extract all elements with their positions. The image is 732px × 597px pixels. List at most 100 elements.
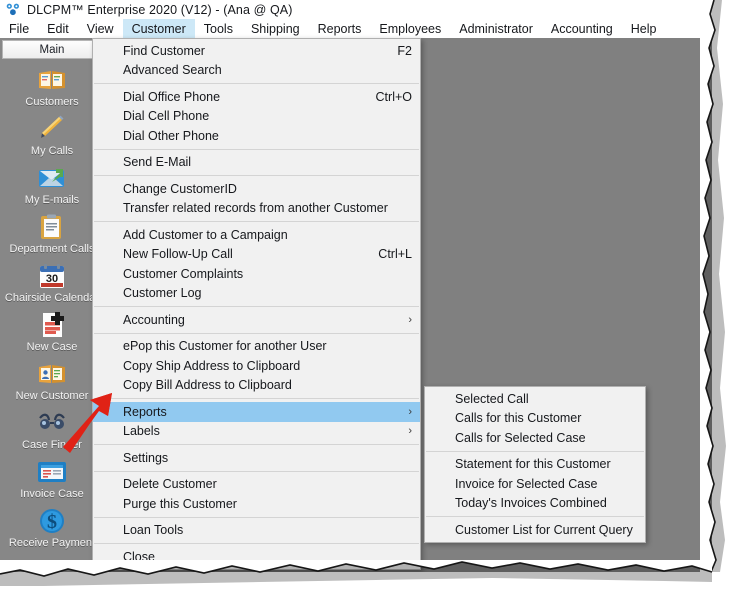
menu-separator xyxy=(94,516,419,518)
menu-item-send-e-mail[interactable]: Send E-Mail xyxy=(93,153,420,173)
sidebar-item-label: My Calls xyxy=(30,145,74,157)
menu-item-statement-for-this-customer[interactable]: Statement for this Customer xyxy=(425,455,645,475)
menu-item-labels[interactable]: Labels › xyxy=(93,422,420,442)
open-book-icon xyxy=(39,71,65,89)
chevron-right-icon: › xyxy=(408,313,412,326)
sidebar-item-chairside-calendar[interactable]: 30 Chairside Calendar xyxy=(0,261,104,304)
sidebar-item-new-customer[interactable]: New Customer xyxy=(0,359,104,402)
title-bar: DLCPM™ Enterprise 2020 (V12) - (Ana @ QA… xyxy=(0,0,712,19)
sidebar-item-list: Customers My Calls My E-mails Department Ca… xyxy=(0,65,104,572)
menu-item-close[interactable]: Close xyxy=(93,547,420,567)
clipboard-icon xyxy=(35,212,69,242)
menu-item-selected-call[interactable]: Selected Call xyxy=(425,389,645,409)
menu-item-change-customerid[interactable]: Change CustomerID xyxy=(93,179,420,199)
menu-item-label: Copy Bill Address to Clipboard xyxy=(123,378,292,393)
menubar-item-customer[interactable]: Customer xyxy=(122,19,195,38)
menubar-item-employees[interactable]: Employees xyxy=(370,19,450,38)
menubar-item-label: Edit xyxy=(47,21,69,36)
invoice-window-icon xyxy=(35,457,69,487)
menubar-item-edit[interactable]: Edit xyxy=(38,19,78,38)
menu-item-new-follow-up-call[interactable]: New Follow-Up Call Ctrl+L xyxy=(93,245,420,265)
menu-item-copy-bill-address-to-clipboard[interactable]: Copy Bill Address to Clipboard xyxy=(93,376,420,396)
sidebar-item-department-calls[interactable]: Department Calls xyxy=(0,212,104,255)
menu-item-dial-other-phone[interactable]: Dial Other Phone xyxy=(93,126,420,146)
menu-item-customer-log[interactable]: Customer Log xyxy=(93,284,420,304)
menu-item-advanced-search[interactable]: Advanced Search xyxy=(93,61,420,81)
sidebar-item-label: New Customer xyxy=(15,390,89,402)
menu-item-label: Dial Office Phone xyxy=(123,89,221,104)
sidebar-item-invoice-case[interactable]: Invoice Case xyxy=(0,457,104,500)
menu-separator xyxy=(94,543,419,544)
eyeglasses-icon xyxy=(35,408,69,438)
menu-item-customer-complaints[interactable]: Customer Complaints xyxy=(93,264,420,284)
sidebar-item-label: New Case xyxy=(26,341,78,353)
menu-item-label: Change CustomerID xyxy=(123,181,237,196)
menu-item-label: Customer List for Current Query xyxy=(455,522,633,537)
menu-separator xyxy=(94,444,419,445)
menubar-item-file[interactable]: File xyxy=(0,19,38,38)
menu-item-add-customer-to-a-campaign[interactable]: Add Customer to a Campaign xyxy=(93,225,420,245)
menubar-item-label: Help xyxy=(630,21,657,36)
menu-item-calls-for-selected-case[interactable]: Calls for Selected Case xyxy=(425,428,645,448)
menu-item-label: Customer Log xyxy=(123,286,202,301)
menu-item-label: Today's Invoices Combined xyxy=(455,496,607,511)
envelope-arrow-icon xyxy=(35,163,69,193)
menu-item-invoice-for-selected-case[interactable]: Invoice for Selected Case xyxy=(425,474,645,494)
menubar-item-label: File xyxy=(9,21,30,36)
menu-item-dial-office-phone[interactable]: Dial Office Phone Ctrl+O xyxy=(93,87,420,107)
menu-item-label: Customer Complaints xyxy=(123,266,244,281)
menubar-item-administrator[interactable]: Administrator xyxy=(450,19,542,38)
sidebar-item-my-e-mails[interactable]: My E-mails xyxy=(0,163,104,206)
sidebar-item-label: Receive Payment xyxy=(8,537,96,549)
menu-item-label: ePop this Customer for another User xyxy=(123,339,327,354)
menu-item-label: Purge this Customer xyxy=(123,496,237,511)
menubar-item-view[interactable]: View xyxy=(78,19,123,38)
menu-item-reports[interactable]: Reports › xyxy=(93,402,420,422)
menu-item-dial-cell-phone[interactable]: Dial Cell Phone xyxy=(93,107,420,127)
menu-item-accounting[interactable]: Accounting › xyxy=(93,310,420,330)
menubar-item-reports[interactable]: Reports xyxy=(309,19,371,38)
menu-item-calls-for-this-customer[interactable]: Calls for this Customer xyxy=(425,409,645,429)
menubar-item-label: Shipping xyxy=(250,21,300,36)
menubar-item-label: Accounting xyxy=(550,21,613,36)
menubar-item-tools[interactable]: Tools xyxy=(195,19,242,38)
sidebar-item-customers[interactable]: Customers xyxy=(0,65,104,108)
menu-item-find-customer[interactable]: Find Customer F2 xyxy=(93,41,420,61)
menubar-item-accounting[interactable]: Accounting xyxy=(542,19,622,38)
menu-item-loan-tools[interactable]: Loan Tools xyxy=(93,521,420,541)
sidebar-item-label: Chairside Calendar xyxy=(4,292,100,304)
menu-separator xyxy=(426,516,644,517)
menu-item-customer-list-for-current-query[interactable]: Customer List for Current Query xyxy=(425,520,645,540)
menu-item-label: Send E-Mail xyxy=(123,155,192,170)
sidebar-item-new-case[interactable]: New Case xyxy=(0,310,104,353)
reports-submenu[interactable]: Selected Call Calls for this Customer Call… xyxy=(424,386,646,543)
menu-item-transfer-related-records-from-another-customer[interactable]: Transfer related records from another Cu… xyxy=(93,199,420,219)
menu-item-delete-customer[interactable]: Delete Customer xyxy=(93,475,420,495)
menu-item-label: Settings xyxy=(123,450,169,465)
menu-item-label: Invoice for Selected Case xyxy=(455,476,598,491)
menu-item-label: Labels xyxy=(123,424,160,439)
envelope-arrow-icon xyxy=(39,169,64,187)
chevron-right-icon: › xyxy=(408,405,412,418)
sidebar-item-receive-payment[interactable]: $ Receive Payment xyxy=(0,506,104,549)
menu-item-purge-this-customer[interactable]: Purge this Customer xyxy=(93,494,420,514)
menu-separator xyxy=(94,306,419,307)
menu-item-today-s-invoices-combined[interactable]: Today's Invoices Combined xyxy=(425,494,645,514)
menubar-item-label: Reports xyxy=(317,21,362,36)
customer-dropdown-menu[interactable]: Find Customer F2 Advanced Search Dial Offic… xyxy=(92,38,421,570)
new-document-plus-icon xyxy=(35,310,69,340)
menu-item-settings[interactable]: Settings xyxy=(93,448,420,468)
sidebar-item-case-finder[interactable]: Case Finder xyxy=(0,408,104,451)
menubar-item-label: View xyxy=(86,21,114,36)
menu-item-copy-ship-address-to-clipboard[interactable]: Copy Ship Address to Clipboard xyxy=(93,356,420,376)
application-window: DLCPM™ Enterprise 2020 (V12) - (Ana @ QA… xyxy=(0,0,712,572)
dollar-sign-icon: $ xyxy=(40,509,64,533)
sidebar-item-my-calls[interactable]: My Calls xyxy=(0,114,104,157)
menubar-item-help[interactable]: Help xyxy=(622,19,666,38)
menu-item-epop-this-customer-for-another-user[interactable]: ePop this Customer for another User xyxy=(93,337,420,357)
eyeglasses-icon xyxy=(39,413,65,429)
menu-item-label: Selected Call xyxy=(455,391,529,406)
address-book-icon xyxy=(39,365,65,383)
window-title: DLCPM™ Enterprise 2020 (V12) - (Ana @ QA… xyxy=(27,2,293,17)
menubar-item-shipping[interactable]: Shipping xyxy=(242,19,309,38)
